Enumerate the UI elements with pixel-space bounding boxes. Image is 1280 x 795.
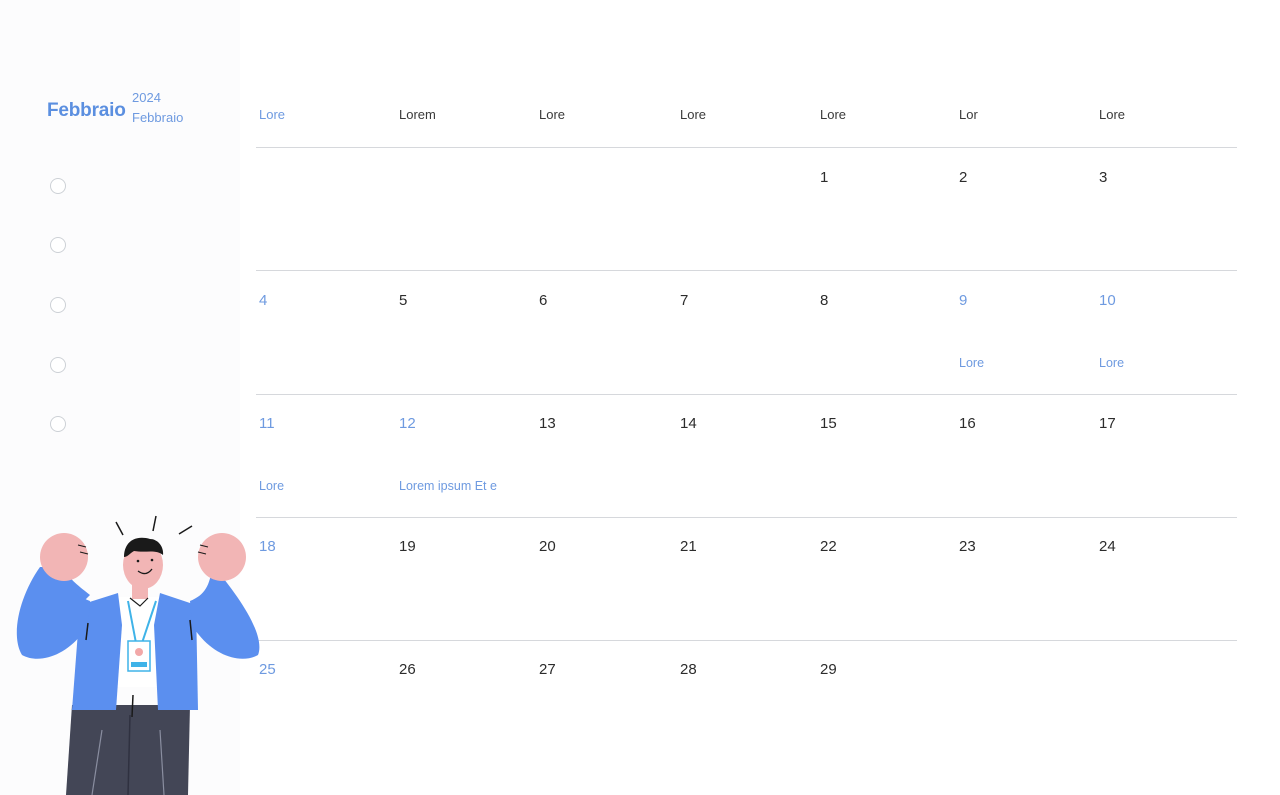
week-divider [256, 640, 1237, 641]
weekday-label: Lore [820, 107, 847, 122]
week-divider [256, 147, 1237, 148]
calendar-day-16[interactable]: 16 [959, 415, 976, 432]
calendar-event[interactable]: Lorem ipsum Et e [399, 479, 497, 493]
calendar-day-6[interactable]: 6 [539, 292, 547, 309]
task-checkbox[interactable] [50, 178, 66, 194]
weekday-label: Lorem [399, 107, 436, 122]
calendar-day-17[interactable]: 17 [1099, 415, 1116, 432]
calendar-day-22[interactable]: 22 [820, 538, 837, 555]
calendar-event[interactable]: Lore [959, 356, 984, 370]
excitement-line [115, 521, 124, 536]
calendar-day-11[interactable]: 11 [259, 415, 275, 432]
weekday-label: Lor [959, 107, 978, 122]
calendar-day-3[interactable]: 3 [1099, 169, 1107, 186]
calendar-day-20[interactable]: 20 [539, 538, 556, 555]
calendar-day-19[interactable]: 19 [399, 538, 416, 555]
calendar-day-5[interactable]: 5 [399, 292, 407, 309]
month-title: Febbraio [47, 100, 126, 121]
year-label: 2024 [132, 90, 161, 105]
calendar-day-28[interactable]: 28 [680, 661, 697, 678]
fly-line [131, 694, 134, 718]
calendar-day-13[interactable]: 13 [539, 415, 556, 432]
week-divider [256, 394, 1237, 395]
calendar-day-29[interactable]: 29 [820, 661, 837, 678]
calendar-day-4[interactable]: 4 [259, 292, 267, 309]
week-divider [256, 517, 1237, 518]
calendar-day-8[interactable]: 8 [820, 292, 828, 309]
calendar-day-7[interactable]: 7 [680, 292, 688, 309]
left-fist [40, 533, 88, 581]
excitement-line [152, 515, 157, 532]
excitement-line [178, 525, 193, 535]
task-checkbox[interactable] [50, 237, 66, 253]
task-checkbox[interactable] [50, 357, 66, 373]
calendar-day-15[interactable]: 15 [820, 415, 837, 432]
calendar-day-14[interactable]: 14 [680, 415, 697, 432]
calendar-day-21[interactable]: 21 [680, 538, 697, 555]
weekday-label: Lore [1099, 107, 1126, 122]
excited-person-illustration [16, 515, 260, 795]
task-checkbox[interactable] [50, 297, 66, 313]
calendar-event[interactable]: Lore [259, 479, 284, 493]
calendar-day-27[interactable]: 27 [539, 661, 556, 678]
badge-photo-icon [135, 648, 143, 656]
calendar-day-24[interactable]: 24 [1099, 538, 1116, 555]
badge-strip [131, 662, 147, 667]
weekday-label: Lore [680, 107, 707, 122]
calendar-event[interactable]: Lore [1099, 356, 1124, 370]
week-divider [256, 270, 1237, 271]
month-subtitle: Febbraio [132, 110, 184, 125]
calendar-day-12[interactable]: 12 [399, 415, 416, 432]
calendar-day-23[interactable]: 23 [959, 538, 976, 555]
weekday-label: Lore [259, 107, 286, 122]
calendar-page: Febbraio 2024 Febbraio Lore Lorem Lore Lore… [0, 0, 1280, 795]
weekday-label: Lore [539, 107, 566, 122]
calendar-day-1[interactable]: 1 [820, 169, 828, 186]
task-checkbox[interactable] [50, 416, 66, 432]
eye-left [136, 559, 140, 563]
calendar-day-26[interactable]: 26 [399, 661, 416, 678]
eye-right [150, 558, 154, 562]
right-fist [198, 533, 246, 581]
calendar-day-10[interactable]: 10 [1099, 292, 1116, 309]
calendar-day-2[interactable]: 2 [959, 169, 967, 186]
calendar-day-9[interactable]: 9 [959, 292, 967, 309]
